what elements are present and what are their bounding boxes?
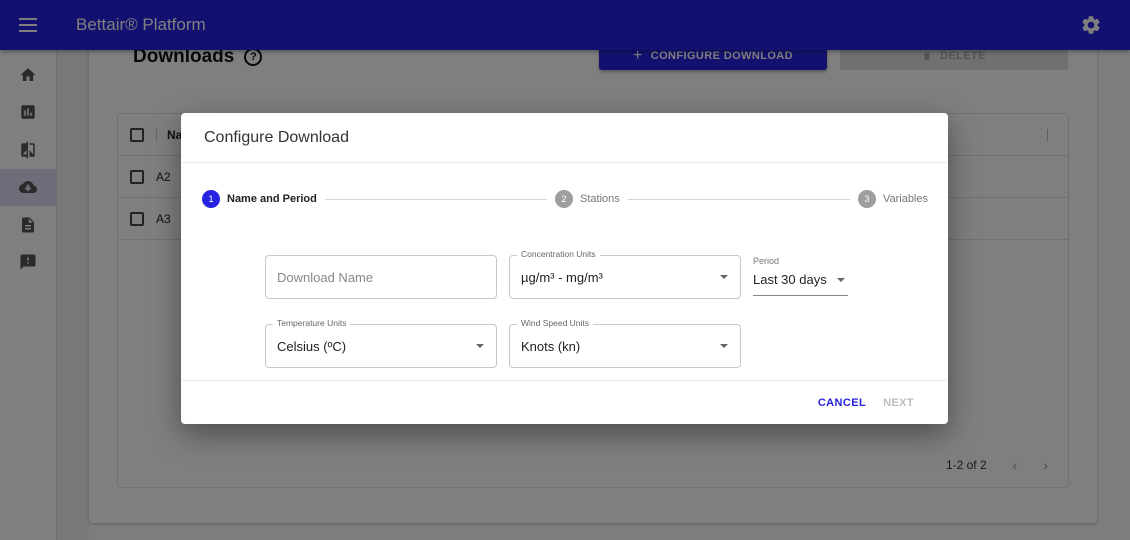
download-name-placeholder: Download Name xyxy=(277,269,374,285)
concentration-units-select[interactable]: Concentration Units µg/m³ - mg/m³ xyxy=(509,249,741,299)
download-name-input[interactable]: Download Name xyxy=(265,255,497,299)
dialog-title: Configure Download xyxy=(181,113,948,163)
cancel-button[interactable]: CANCEL xyxy=(818,397,866,409)
temperature-units-select[interactable]: Temperature Units Celsius (ºC) xyxy=(265,318,497,368)
step-number: 2 xyxy=(555,190,574,208)
wind-speed-units-select[interactable]: Wind Speed Units Knots (kn) xyxy=(509,318,741,368)
dropdown-arrow-icon xyxy=(720,275,728,279)
dropdown-arrow-icon xyxy=(476,344,484,348)
step-connector xyxy=(324,198,548,200)
dialog-actions: CANCEL NEXT xyxy=(181,380,948,424)
step-connector xyxy=(627,198,850,200)
step-label: Name and Period xyxy=(227,193,317,205)
step-stations: 2 Stations xyxy=(555,190,620,208)
next-button[interactable]: NEXT xyxy=(883,397,914,409)
stepper: 1 Name and Period 2 Stations 3 Variables xyxy=(202,189,928,209)
dropdown-arrow-icon xyxy=(720,344,728,348)
period-select[interactable]: Period Last 30 days xyxy=(753,256,848,296)
concentration-units-value: µg/m³ - mg/m³ xyxy=(521,269,603,285)
wind-speed-units-label: Wind Speed Units xyxy=(517,318,594,328)
wind-speed-units-value: Knots (kn) xyxy=(521,338,581,354)
step-number: 3 xyxy=(857,190,876,208)
step-label: Variables xyxy=(882,193,928,205)
step-number: 1 xyxy=(202,190,220,208)
step-label: Stations xyxy=(580,193,620,205)
period-value: Last 30 days xyxy=(753,272,827,287)
configure-download-dialog: Configure Download 1 Name and Period 2 S… xyxy=(181,113,948,424)
period-label: Period xyxy=(753,256,780,266)
step-variables: 3 Variables xyxy=(857,190,928,208)
concentration-units-label: Concentration Units xyxy=(517,249,600,259)
step-name-and-period: 1 Name and Period xyxy=(202,190,317,208)
period-underline xyxy=(753,295,848,296)
temperature-units-value: Celsius (ºC) xyxy=(277,338,347,354)
dropdown-arrow-icon xyxy=(836,277,845,282)
temperature-units-label: Temperature Units xyxy=(273,318,351,328)
